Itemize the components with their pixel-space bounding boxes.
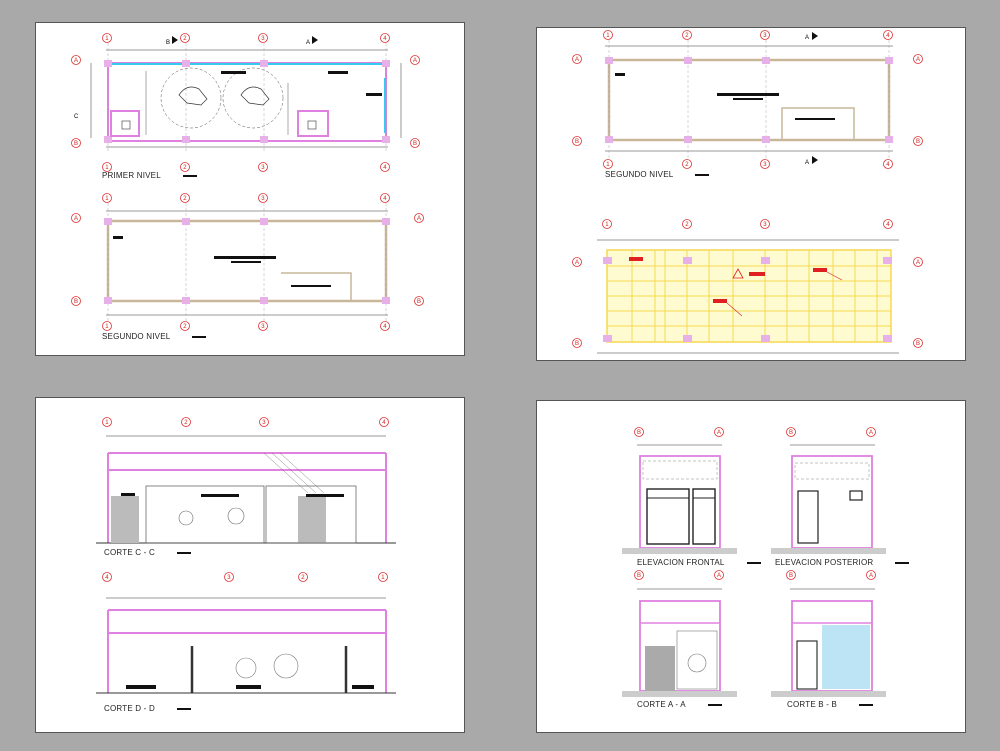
axis-bubble: 2 (682, 30, 692, 40)
svg-text:B: B (74, 299, 78, 305)
axis-bubble: B (414, 296, 424, 306)
svg-text:B: B (916, 139, 920, 145)
svg-text:A: A (916, 57, 920, 63)
svg-text:A: A (306, 40, 310, 46)
axis-bubble: 1 (102, 417, 112, 427)
axis-bubble: 2 (682, 159, 692, 169)
axis-bubble: 4 (380, 162, 390, 172)
axis-bubble: 2 (180, 33, 190, 43)
axis-bubble: 2 (181, 417, 191, 427)
section-mark: A (805, 156, 818, 166)
axis-bubble: 4 (379, 417, 389, 427)
axis-bubble: A (913, 257, 923, 267)
svg-text:A: A (869, 573, 873, 579)
axis-bubble: 3 (224, 572, 234, 582)
axis-bubble: 4 (102, 572, 112, 582)
svg-text:B: B (417, 299, 421, 305)
svg-text:A: A (575, 57, 579, 63)
axis-bubble: A (71, 55, 81, 65)
svg-text:A: A (74, 58, 78, 64)
axis-bubble: 4 (883, 219, 893, 229)
axis-bubble: 1 (102, 193, 112, 203)
axis-bubble: 2 (298, 572, 308, 582)
axis-bubble: 3 (760, 159, 770, 169)
axis-bubble: 4 (380, 193, 390, 203)
section-mark: B (166, 36, 178, 46)
axis-bubble: 2 (180, 162, 190, 172)
axis-bubble: B (634, 570, 644, 580)
axis-bubble: B (786, 570, 796, 580)
section-mark: C (74, 114, 79, 120)
svg-text:B: B (637, 430, 641, 436)
axis-bubble: 1 (102, 33, 112, 43)
axis-bubble: B (71, 296, 81, 306)
axis-bubble: A (572, 54, 582, 64)
svg-text:B: B (789, 430, 793, 436)
axis-bubble: 2 (180, 193, 190, 203)
axis-bubble: 3 (258, 321, 268, 331)
axis-bubble: B (572, 338, 582, 348)
axis-bubble: 3 (760, 30, 770, 40)
axis-bubble: A (572, 257, 582, 267)
axis-bubble: 1 (378, 572, 388, 582)
axis-bubbles-layer: 1 2 3 4 1 2 3 4 A B A B 1 2 3 4 1 2 3 4 … (71, 30, 923, 582)
svg-text:C: C (74, 114, 79, 120)
svg-text:B: B (637, 573, 641, 579)
svg-text:A: A (74, 216, 78, 222)
svg-text:A: A (413, 58, 417, 64)
axis-bubble: 1 (102, 162, 112, 172)
axis-bubble: 4 (380, 33, 390, 43)
section-mark: A (805, 32, 818, 41)
svg-text:A: A (805, 160, 809, 166)
axis-bubble: 1 (102, 321, 112, 331)
axis-bubble: A (913, 54, 923, 64)
axis-bubble: 3 (258, 33, 268, 43)
axis-bubble: 1 (602, 219, 612, 229)
axis-bubble: B (913, 338, 923, 348)
axis-bubble: 3 (258, 162, 268, 172)
axis-bubble: A (714, 570, 724, 580)
svg-text:A: A (417, 216, 421, 222)
svg-text:B: B (916, 341, 920, 347)
svg-text:A: A (717, 573, 721, 579)
svg-text:B: B (74, 141, 78, 147)
svg-text:A: A (869, 430, 873, 436)
axis-bubble: B (786, 427, 796, 437)
axis-bubble: 1 (603, 159, 613, 169)
axis-bubble: A (414, 213, 424, 223)
svg-text:A: A (717, 430, 721, 436)
svg-text:A: A (575, 260, 579, 266)
svg-text:A: A (916, 260, 920, 266)
axis-bubble: B (71, 138, 81, 148)
axis-bubble: A (866, 427, 876, 437)
svg-text:B: B (789, 573, 793, 579)
axis-bubble: A (714, 427, 724, 437)
axis-bubble: A (866, 570, 876, 580)
axis-bubble: A (71, 213, 81, 223)
section-mark: A (306, 36, 318, 46)
axis-bubble: B (913, 136, 923, 146)
axis-bubble: B (572, 136, 582, 146)
svg-text:B: B (575, 139, 579, 145)
axis-bubble: 3 (258, 193, 268, 203)
axis-bubble: 1 (603, 30, 613, 40)
svg-text:B: B (413, 141, 417, 147)
axis-bubble: 4 (883, 159, 893, 169)
axis-bubble: A (410, 55, 420, 65)
svg-text:B: B (575, 341, 579, 347)
axis-bubble: B (410, 138, 420, 148)
axis-bubble: 2 (180, 321, 190, 331)
axis-bubble: B (634, 427, 644, 437)
axis-bubble: 4 (380, 321, 390, 331)
axis-bubble: 3 (760, 219, 770, 229)
svg-text:B: B (166, 40, 170, 46)
svg-text:A: A (805, 35, 809, 41)
axis-bubble: 4 (883, 30, 893, 40)
axis-bubble: 3 (259, 417, 269, 427)
axis-bubble: 2 (682, 219, 692, 229)
